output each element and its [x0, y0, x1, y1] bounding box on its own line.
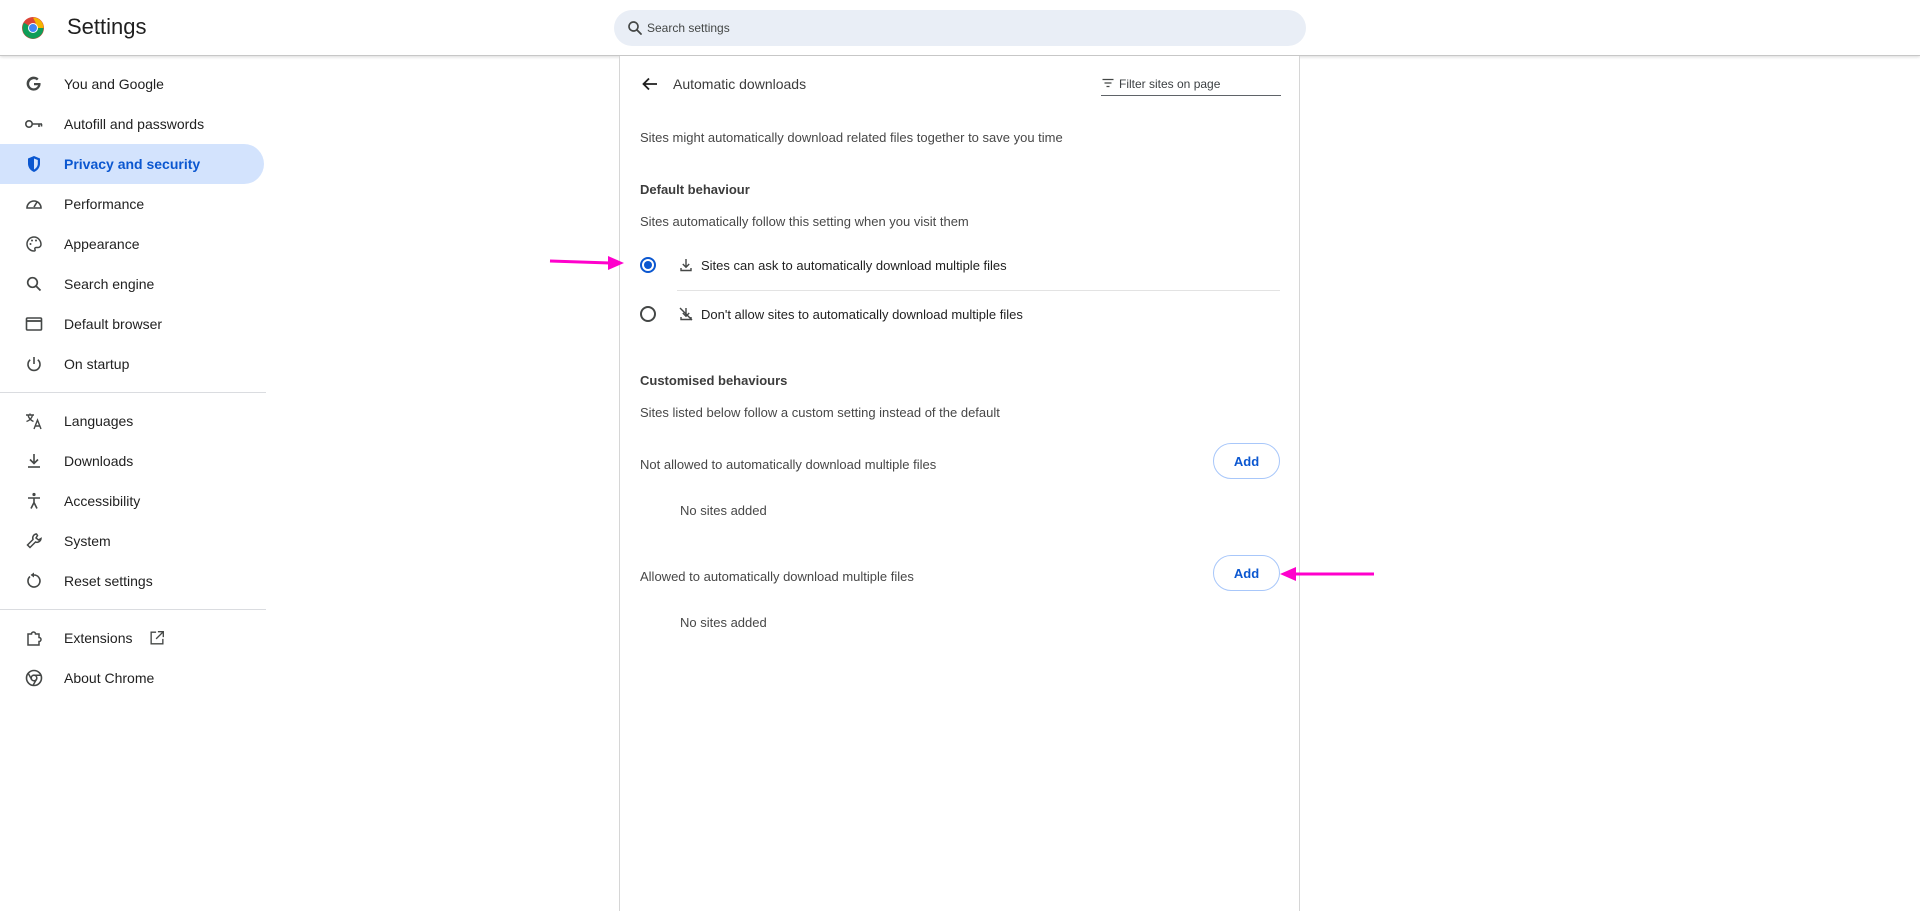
- radio-option-allow-ask[interactable]: Sites can ask to automatically download …: [640, 245, 1280, 285]
- default-behaviour-subtext: Sites automatically follow this setting …: [640, 214, 969, 229]
- search-input[interactable]: [647, 10, 1287, 46]
- sidebar-item-label: Extensions: [64, 630, 133, 646]
- download-off-icon: [679, 307, 693, 321]
- chrome-icon: [25, 669, 43, 687]
- row-separator: [677, 290, 1280, 291]
- search-bar[interactable]: [614, 10, 1306, 46]
- sidebar-item-label: Default browser: [64, 316, 163, 332]
- translate-icon: [26, 413, 42, 430]
- not-allowed-section-label: Not allowed to automatically download mu…: [640, 457, 937, 472]
- sidebar-item-label: Privacy and security: [64, 156, 201, 172]
- radio-label: Don't allow sites to automatically downl…: [701, 307, 1023, 322]
- power-icon: [27, 357, 41, 372]
- puzzle-icon: [27, 631, 42, 646]
- not-allowed-empty-text: No sites added: [680, 503, 767, 518]
- sidebar-item-you-and-google[interactable]: You and Google: [0, 64, 264, 104]
- sidebar-item-autofill[interactable]: Autofill and passwords: [0, 104, 264, 144]
- filter-input[interactable]: [1119, 74, 1279, 94]
- accessibility-icon: [28, 492, 40, 509]
- annotation-arrow-right: [549, 256, 624, 270]
- sidebar-item-default-browser[interactable]: Default browser: [0, 304, 264, 344]
- settings-card: Automatic downloads Sites might automati…: [619, 56, 1300, 911]
- speedometer-icon: [26, 200, 42, 209]
- sidebar-item-label: Reset settings: [64, 573, 153, 589]
- sidebar-item-reset-settings[interactable]: Reset settings: [0, 561, 264, 601]
- filter-field[interactable]: [1101, 74, 1281, 96]
- google-g-icon: [26, 76, 41, 91]
- sidebar-item-privacy-and-security[interactable]: Privacy and security: [0, 144, 264, 184]
- download-icon: [680, 259, 692, 272]
- sidebar-item-label: Appearance: [64, 236, 140, 252]
- radio-label: Sites can ask to automatically download …: [701, 258, 1007, 273]
- default-behaviour-heading: Default behaviour: [640, 182, 750, 197]
- sidebar-item-label: Performance: [64, 196, 145, 212]
- radio-button-checked[interactable]: [640, 257, 656, 273]
- sidebar-item-performance[interactable]: Performance: [0, 184, 264, 224]
- radio-button-unchecked[interactable]: [640, 306, 656, 322]
- customised-behaviours-subtext: Sites listed below follow a custom setti…: [640, 405, 1000, 420]
- search-icon: [628, 21, 642, 35]
- chrome-logo-icon: [22, 17, 44, 39]
- back-arrow-icon[interactable]: [638, 72, 662, 96]
- search-icon: [26, 276, 42, 292]
- sidebar-item-system[interactable]: System: [0, 521, 264, 561]
- sidebar-divider: [0, 392, 266, 393]
- sidebar-item-label: On startup: [64, 356, 130, 372]
- sidebar-item-label: You and Google: [64, 76, 164, 92]
- add-allowed-site-button[interactable]: Add: [1213, 555, 1280, 591]
- sidebar-item-on-startup[interactable]: On startup: [0, 344, 264, 384]
- sidebar-item-extensions[interactable]: Extensions: [0, 618, 264, 658]
- customised-behaviours-heading: Customised behaviours: [640, 373, 788, 388]
- sidebar-item-label: Accessibility: [64, 493, 141, 509]
- sidebar-item-label: Languages: [64, 413, 134, 429]
- external-link-icon: [150, 631, 164, 645]
- top-bar: Settings: [0, 0, 1920, 56]
- shield-icon: [28, 156, 40, 172]
- sidebar-item-label: System: [64, 533, 111, 549]
- sidebar-item-search-engine[interactable]: Search engine: [0, 264, 264, 304]
- page-title: Automatic downloads: [673, 76, 807, 92]
- download-icon: [28, 454, 40, 468]
- palette-icon: [26, 236, 42, 252]
- sidebar-item-label: Autofill and passwords: [64, 116, 205, 132]
- sidebar-item-label: Downloads: [64, 453, 134, 469]
- reset-icon: [27, 572, 41, 588]
- sidebar-divider: [0, 609, 266, 610]
- annotation-arrow-left: [1280, 567, 1374, 581]
- sidebar-item-label: Search engine: [64, 276, 155, 292]
- sidebar-item-languages[interactable]: Languages: [0, 401, 264, 441]
- browser-window-icon: [25, 317, 43, 331]
- key-icon: [24, 120, 43, 129]
- sidebar-item-accessibility[interactable]: Accessibility: [0, 481, 264, 521]
- sidebar-item-appearance[interactable]: Appearance: [0, 224, 264, 264]
- app-title: Settings: [67, 14, 147, 39]
- wrench-icon: [26, 533, 42, 549]
- allowed-section-label: Allowed to automatically download multip…: [640, 569, 914, 584]
- sidebar-item-downloads[interactable]: Downloads: [0, 441, 264, 481]
- sidebar-item-label: About Chrome: [64, 670, 155, 686]
- sidebar-item-about-chrome[interactable]: About Chrome: [0, 658, 264, 698]
- allowed-empty-text: No sites added: [680, 615, 767, 630]
- page-description: Sites might automatically download relat…: [640, 130, 1063, 145]
- add-not-allowed-site-button[interactable]: Add: [1213, 443, 1280, 479]
- filter-icon: [1102, 78, 1114, 88]
- radio-option-dont-allow[interactable]: Don't allow sites to automatically downl…: [640, 294, 1280, 334]
